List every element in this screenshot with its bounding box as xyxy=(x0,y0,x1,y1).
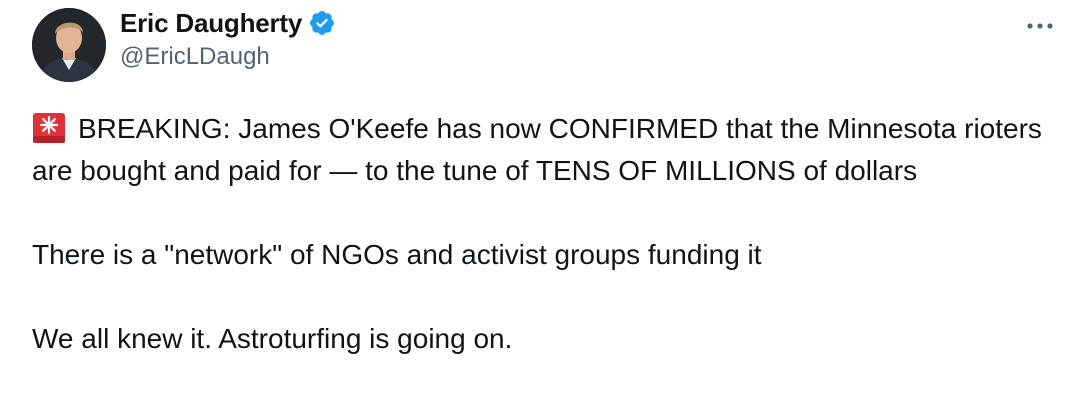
author-handle[interactable]: @EricLDaugh xyxy=(120,43,336,71)
tweet-paragraph-text: BREAKING: James O'Keefe has now CONFIRME… xyxy=(32,113,1042,186)
tweet-card: Eric Daugherty @EricLDaugh BREAKING: Jam… xyxy=(0,0,1080,408)
author-display-name[interactable]: Eric Daugherty xyxy=(120,8,302,39)
avatar-image xyxy=(32,8,106,82)
tweet-paragraph-text: There is a "network" of NGOs and activis… xyxy=(32,239,762,270)
more-options-button[interactable] xyxy=(1022,16,1058,36)
tweet-paragraph: There is a "network" of NGOs and activis… xyxy=(32,234,1062,276)
more-options-icon xyxy=(1027,23,1053,29)
tweet-text: BREAKING: James O'Keefe has now CONFIRME… xyxy=(32,108,1062,360)
author-block: Eric Daugherty @EricLDaugh xyxy=(120,7,336,71)
verified-badge-icon[interactable] xyxy=(308,9,336,37)
tweet-paragraph-text: We all knew it. Astroturfing is going on… xyxy=(32,323,513,354)
tweet-paragraph: BREAKING: James O'Keefe has now CONFIRME… xyxy=(32,108,1062,192)
avatar[interactable] xyxy=(32,8,106,82)
rotating-light-icon xyxy=(32,112,66,144)
author-name-row: Eric Daugherty xyxy=(120,7,336,39)
tweet-paragraph: We all knew it. Astroturfing is going on… xyxy=(32,318,1062,360)
